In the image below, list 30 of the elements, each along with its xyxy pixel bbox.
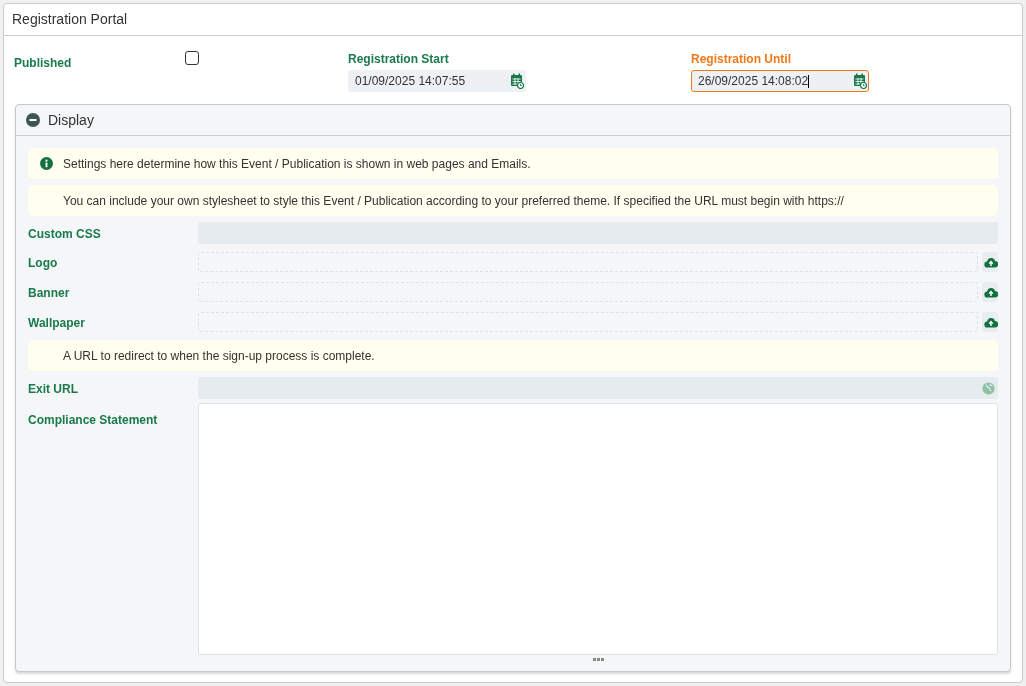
calendar-clock-icon[interactable]: [510, 73, 524, 89]
field-label: Wallpaper: [28, 316, 85, 330]
upload-button[interactable]: [982, 252, 998, 272]
field-label: Published: [14, 56, 72, 70]
note-text: You can include your own stylesheet to style this Event / Publication according to your preferred theme. If specified the URL must begin with https://: [63, 192, 844, 210]
cloud-upload-icon[interactable]: [984, 256, 998, 268]
upload-button[interactable]: [982, 312, 998, 332]
panel-title: Registration Portal: [12, 10, 128, 29]
resize-handle-icon[interactable]: [592, 658, 604, 661]
note-text: A URL to redirect to when the sign-up process is complete.: [63, 347, 375, 365]
date-field[interactable]: 26/09/2025 14:08:02: [691, 70, 869, 92]
field-label: Exit URL: [28, 382, 78, 396]
field-label: Compliance Statement: [28, 413, 158, 427]
upload-button[interactable]: [982, 282, 998, 302]
note-text: Settings here determine how this Event / Publication is shown in web pages and Emails.: [63, 155, 531, 173]
cloud-upload-icon[interactable]: [984, 316, 998, 328]
calendar-clock-icon[interactable]: [853, 73, 867, 89]
globe-icon: [982, 381, 995, 395]
field-label: Registration Until: [691, 51, 792, 68]
checkbox[interactable]: [185, 51, 199, 65]
field-label: Registration Start: [348, 51, 450, 68]
field-label: Custom CSS: [28, 227, 101, 241]
field-label: Banner: [28, 286, 70, 300]
date-field[interactable]: 01/09/2025 14:07:55: [348, 70, 526, 92]
field-label: Logo: [28, 256, 58, 270]
collapse-icon[interactable]: [26, 113, 40, 127]
cloud-upload-icon[interactable]: [984, 286, 998, 298]
url-field[interactable]: [198, 377, 998, 399]
info-icon: [40, 157, 53, 170]
section-title: Display: [48, 110, 94, 130]
